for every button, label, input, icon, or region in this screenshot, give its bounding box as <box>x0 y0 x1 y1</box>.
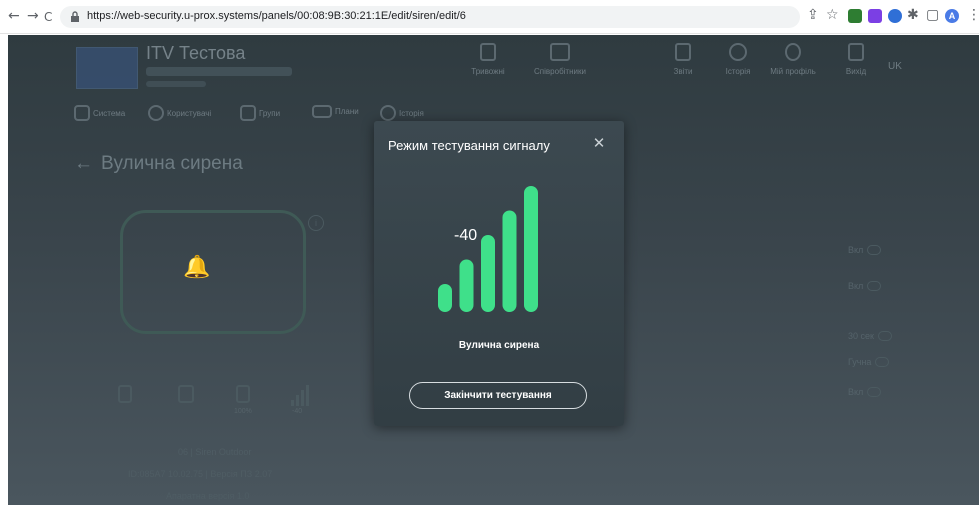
subnav-label: Історія <box>399 108 424 118</box>
signal-bar <box>524 186 538 312</box>
browser-menu-icon[interactable]: ⋮ <box>967 7 979 23</box>
organization-logo <box>76 47 138 89</box>
profile-avatar[interactable]: A <box>945 9 959 23</box>
extension-2-icon[interactable] <box>868 9 882 23</box>
subnav-users[interactable]: Користувачі <box>148 105 211 121</box>
subnav-history[interactable]: Історія <box>380 105 424 121</box>
power-icon <box>178 385 194 403</box>
modal-device-name: Вулична сирена <box>458 340 540 351</box>
signal-bar <box>502 210 517 312</box>
setting-value: Вкл <box>848 245 864 255</box>
setting-row[interactable]: Вкл <box>848 281 882 291</box>
reload-icon[interactable]: C <box>44 9 52 25</box>
finish-testing-button[interactable]: Закінчити тестування <box>409 382 587 409</box>
report-icon <box>675 43 691 61</box>
topnav-employees[interactable]: Співробітники <box>530 43 590 76</box>
topnav-label: Співробітники <box>534 67 586 76</box>
device-illustration <box>120 210 306 334</box>
modal-title: Режим тестування сигналу <box>388 138 550 153</box>
signal-value: -40 <box>454 227 478 244</box>
extension-3-icon[interactable] <box>888 9 902 23</box>
setting-row[interactable]: 30 сек <box>848 331 892 341</box>
battery-icon <box>236 385 250 403</box>
side-panel-icon[interactable]: ▢ <box>926 7 939 23</box>
setting-row[interactable]: Вкл <box>848 245 882 255</box>
extension-1-icon[interactable] <box>848 9 862 23</box>
history-icon <box>380 105 396 121</box>
setting-row[interactable]: Вкл <box>848 387 882 397</box>
info-icon[interactable]: i <box>308 215 324 231</box>
subnav-plans[interactable]: Плани <box>312 105 359 118</box>
signal-strength-icon <box>291 385 309 406</box>
toggle-icon[interactable] <box>875 357 890 367</box>
setting-value: Гучна <box>848 357 872 367</box>
topnav-label: Тривожні <box>471 67 505 76</box>
user-icon <box>785 43 801 61</box>
tamper-icon <box>118 385 132 403</box>
house-icon <box>74 105 90 121</box>
page-title-text: Вулична сирена <box>101 153 243 174</box>
page-title: ← Вулична сирена <box>74 153 243 175</box>
device-hw-line: Апаратна версія 1.0 <box>166 491 250 501</box>
close-icon[interactable]: ✕ <box>590 134 608 152</box>
topnav-history[interactable]: Історія <box>708 43 768 76</box>
subnav-label: Плани <box>335 107 359 116</box>
browser-toolbar: ← → C https://web-security.u-prox.system… <box>0 0 979 34</box>
organization-subtitle-bar <box>146 67 292 76</box>
organization-title: ITV Тестова <box>146 43 246 63</box>
groups-icon <box>240 105 256 121</box>
share-icon[interactable]: ⇪ <box>807 7 819 23</box>
id-card-icon <box>550 43 570 61</box>
topnav-label: Історія <box>725 67 751 76</box>
subnav-label: Система <box>93 108 126 118</box>
signal-test-modal: Режим тестування сигналу ✕ -40 Вулична с… <box>374 121 624 426</box>
shield-icon <box>480 43 496 61</box>
battery-level-label: 100% <box>234 408 252 415</box>
signal-bar <box>481 235 495 312</box>
language-switcher[interactable]: UK <box>888 61 902 72</box>
url-text: https://web-security.u-prox.systems/pane… <box>87 10 466 22</box>
subnav-label: Користувачі <box>167 108 212 118</box>
device-model-line: 06 | Siren Outdoor <box>178 447 252 457</box>
signal-bar <box>438 284 452 312</box>
signal-bars-icon <box>438 186 538 312</box>
toggle-icon[interactable] <box>877 331 892 341</box>
organization-subtitle-bar-2 <box>146 81 206 87</box>
topnav-profile[interactable]: Мій профіль <box>763 43 823 76</box>
device-id-line: ID:085A7 10.02.75 | Версія ПЗ 2.07 <box>128 469 273 479</box>
users-icon <box>148 105 164 121</box>
toggle-icon[interactable] <box>867 387 882 397</box>
forward-icon[interactable]: → <box>27 8 39 24</box>
history-icon <box>729 43 747 61</box>
setting-value: 30 сек <box>848 331 874 341</box>
topnav-alarms[interactable]: Тривожні <box>458 43 518 76</box>
topnav-logout[interactable]: Вихід <box>826 43 886 76</box>
signal-bar <box>459 259 474 312</box>
back-arrow-icon[interactable]: ← <box>74 153 93 174</box>
extensions-puzzle-icon[interactable]: ✱ <box>907 7 919 23</box>
setting-value: Вкл <box>848 281 864 291</box>
setting-value: Вкл <box>848 387 864 397</box>
back-icon[interactable]: ← <box>8 8 20 24</box>
setting-row[interactable]: Гучна <box>848 357 890 367</box>
bell-icon: 🔔 <box>183 255 211 280</box>
lock-icon <box>71 11 79 22</box>
toggle-icon[interactable] <box>867 281 882 291</box>
logout-icon <box>848 43 864 61</box>
topnav-reports[interactable]: Звіти <box>653 43 713 76</box>
topnav-label: Звіти <box>673 67 693 76</box>
topnav-label: Вихід <box>845 67 867 76</box>
topnav-label: Мій профіль <box>770 67 816 76</box>
bookmark-star-icon[interactable]: ☆ <box>826 7 839 23</box>
signal-level-label: -40 <box>292 408 303 415</box>
subnav-label: Групи <box>259 108 281 118</box>
address-bar[interactable]: https://web-security.u-prox.systems/pane… <box>60 6 800 28</box>
subnav-groups[interactable]: Групи <box>240 105 280 121</box>
toggle-icon[interactable] <box>867 245 882 255</box>
subnav-system[interactable]: Система <box>74 105 125 121</box>
plan-icon <box>312 105 332 118</box>
